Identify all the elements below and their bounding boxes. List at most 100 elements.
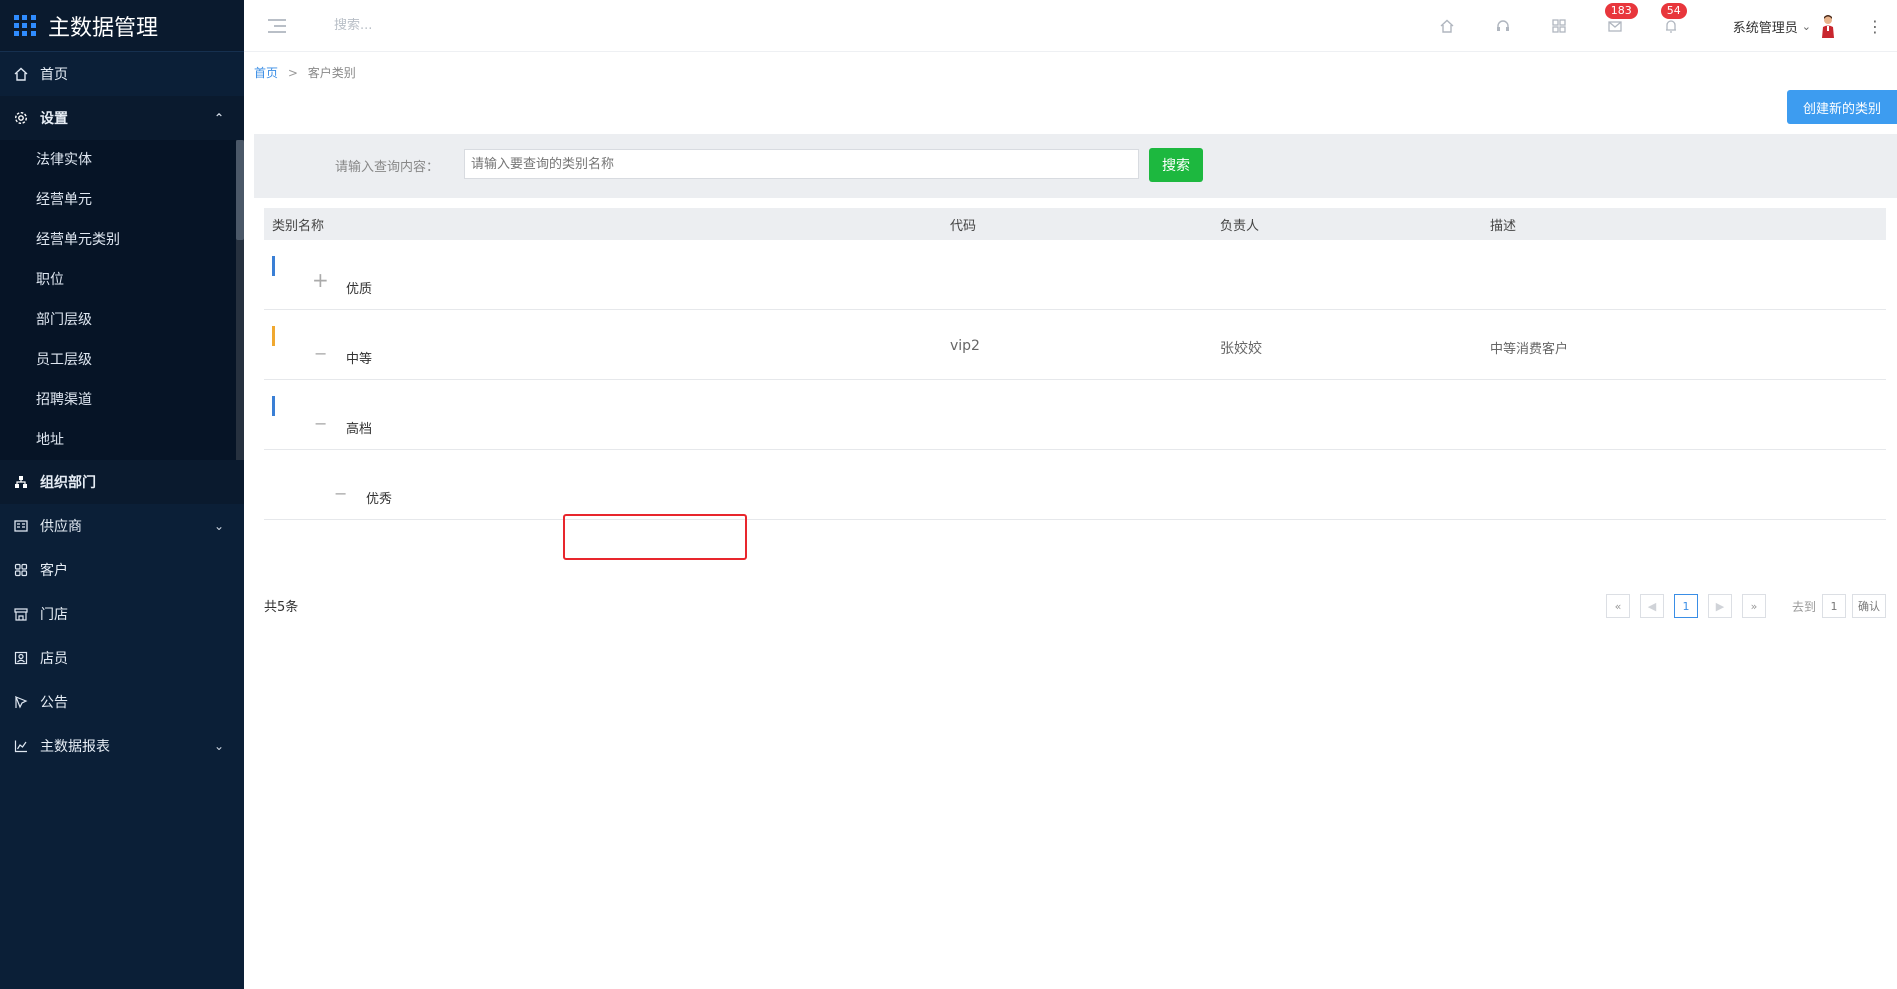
- sidebar-subitem-business-unit-category[interactable]: 经营单元类别: [0, 220, 244, 260]
- prev-page-button[interactable]: ◀: [1639, 594, 1664, 618]
- user-menu[interactable]: 系统管理员 ⌄: [1733, 14, 1837, 38]
- settings-submenu: 法律实体 经营单元 经营单元类别 职位 部门层级 员工层级 招聘渠道 地址: [0, 140, 244, 460]
- sidebar-item-label: 供应商: [40, 519, 82, 535]
- sidebar-item-reports[interactable]: 主数据报表 ⌄: [0, 724, 244, 768]
- org-chart-icon: [12, 473, 30, 491]
- clerk-icon: [12, 649, 30, 667]
- sidebar-item-label: 门店: [40, 607, 68, 623]
- header-owner: 负责人: [1220, 218, 1260, 234]
- category-name: 优质: [346, 282, 373, 297]
- table-row[interactable]: + 优质: [264, 240, 1886, 310]
- sidebar-item-home[interactable]: 首页: [0, 52, 244, 96]
- topbar: 183 54 系统管理员 ⌄ ⋮: [244, 0, 1897, 52]
- app-title: 主数据管理: [48, 15, 159, 41]
- sidebar-item-org[interactable]: 组织部门: [0, 460, 244, 504]
- table-row[interactable]: − 高档: [264, 380, 1886, 450]
- category-owner: [1212, 380, 1482, 408]
- goto-confirm-button[interactable]: 确认: [1852, 594, 1886, 618]
- headset-icon[interactable]: [1493, 16, 1513, 36]
- main-content: 首页 > 客户类别 创建新的类别 请输入查询内容： 搜索 类别名称 代码 负责人…: [244, 52, 1897, 989]
- sidebar-item-label: 设置: [40, 111, 68, 127]
- breadcrumb-separator: >: [287, 66, 298, 80]
- category-name: 中等: [346, 352, 373, 367]
- sidebar-item-label: 主数据报表: [40, 739, 110, 755]
- breadcrumb-current: 客户类别: [307, 66, 356, 80]
- global-search-input[interactable]: [334, 18, 594, 33]
- row-level-indicator: [272, 256, 275, 276]
- header-category-name: 类别名称: [272, 218, 325, 234]
- first-page-button[interactable]: «: [1605, 594, 1630, 618]
- customer-icon: [12, 561, 30, 579]
- category-code: [942, 380, 1212, 408]
- mail-icon[interactable]: 183: [1604, 3, 1638, 36]
- category-name: 高档: [346, 422, 373, 437]
- chevron-down-icon: ⌄: [213, 519, 224, 533]
- last-page-button[interactable]: »: [1741, 594, 1766, 618]
- category-owner: [1212, 450, 1482, 478]
- collapse-minus-icon[interactable]: −: [314, 414, 327, 433]
- category-owner: [1212, 240, 1482, 268]
- home-icon[interactable]: [1437, 16, 1457, 36]
- breadcrumb-home-link[interactable]: 首页: [254, 66, 278, 80]
- category-table: 类别名称 代码 负责人 描述 + 优质 − 中等 vip2 张姣姣 中等消费客户: [264, 208, 1886, 520]
- breadcrumb: 首页 > 客户类别: [254, 64, 356, 81]
- sidebar-item-label: 首页: [40, 67, 68, 83]
- sidebar-item-clerk[interactable]: 店员: [0, 636, 244, 680]
- menu-toggle-icon[interactable]: [268, 18, 286, 33]
- topbar-icons: 183 54 系统管理员 ⌄ ⋮: [1437, 0, 1897, 52]
- pagination: « ◀ 1 ▶ » 去到 确认: [1596, 594, 1886, 618]
- header-code: 代码: [950, 218, 977, 234]
- sidebar-item-label: 店员: [40, 651, 68, 667]
- page-number-button[interactable]: 1: [1673, 594, 1698, 618]
- chevron-up-icon: ⌃: [213, 111, 224, 125]
- category-description: [1482, 240, 1886, 268]
- sidebar-item-label: 公告: [40, 695, 68, 711]
- avatar: [1819, 14, 1837, 38]
- home-icon: [12, 65, 30, 83]
- row-level-indicator: [272, 326, 275, 346]
- chevron-down-icon: ⌄: [213, 739, 224, 753]
- sidebar-item-settings[interactable]: 设置 ⌃: [0, 96, 244, 140]
- search-button[interactable]: 搜索: [1149, 148, 1203, 182]
- sidebar-header: 主数据管理: [0, 0, 244, 52]
- total-count: 共5条: [264, 600, 299, 615]
- search-panel: 请输入查询内容： 搜索: [254, 134, 1897, 198]
- gear-icon: [12, 109, 30, 127]
- next-page-button[interactable]: ▶: [1707, 594, 1732, 618]
- sidebar-item-announcement[interactable]: 公告: [0, 680, 244, 724]
- collapse-minus-icon[interactable]: −: [314, 344, 327, 363]
- table-row[interactable]: − 优秀: [264, 450, 1886, 520]
- sidebar-item-store[interactable]: 门店: [0, 592, 244, 636]
- sidebar-subitem-department-level[interactable]: 部门层级: [0, 300, 244, 340]
- sidebar-subitem-legal-entity[interactable]: 法律实体: [0, 140, 244, 180]
- store-icon: [12, 605, 30, 623]
- goto-page-input[interactable]: [1822, 594, 1846, 618]
- bell-icon[interactable]: 54: [1660, 3, 1687, 36]
- expand-plus-icon[interactable]: +: [312, 268, 329, 292]
- more-options-icon[interactable]: ⋮: [1867, 17, 1883, 36]
- category-owner: 张姣姣: [1220, 341, 1262, 357]
- category-name: 优秀: [366, 492, 393, 507]
- collapse-minus-icon[interactable]: −: [334, 484, 347, 503]
- table-header: 类别名称 代码 负责人 描述: [264, 208, 1886, 240]
- category-search-input[interactable]: [464, 149, 1139, 179]
- sidebar-subitem-business-unit[interactable]: 经营单元: [0, 180, 244, 220]
- apps-grid-icon[interactable]: [1549, 16, 1569, 36]
- notification-count-badge: 54: [1660, 3, 1687, 19]
- sidebar-subitem-employee-level[interactable]: 员工层级: [0, 340, 244, 380]
- create-category-button[interactable]: 创建新的类别: [1787, 90, 1897, 124]
- table-row[interactable]: − 中等 vip2 张姣姣 中等消费客户: [264, 310, 1886, 380]
- submenu-scrollbar-thumb[interactable]: [236, 140, 244, 240]
- sidebar-subitem-recruit-channel[interactable]: 招聘渠道: [0, 380, 244, 420]
- category-description: [1482, 450, 1886, 478]
- grid-logo-icon: [14, 14, 36, 37]
- selection-highlight-box: [563, 514, 747, 560]
- category-description: 中等消费客户: [1490, 342, 1569, 357]
- sidebar-subitem-address[interactable]: 地址: [0, 420, 244, 460]
- sidebar-subitem-position[interactable]: 职位: [0, 260, 244, 300]
- sidebar-item-supplier[interactable]: 供应商 ⌄: [0, 504, 244, 548]
- category-code: [942, 240, 1212, 268]
- sidebar-item-customer[interactable]: 客户: [0, 548, 244, 592]
- row-level-indicator: [272, 396, 275, 416]
- header-description: 描述: [1490, 218, 1517, 234]
